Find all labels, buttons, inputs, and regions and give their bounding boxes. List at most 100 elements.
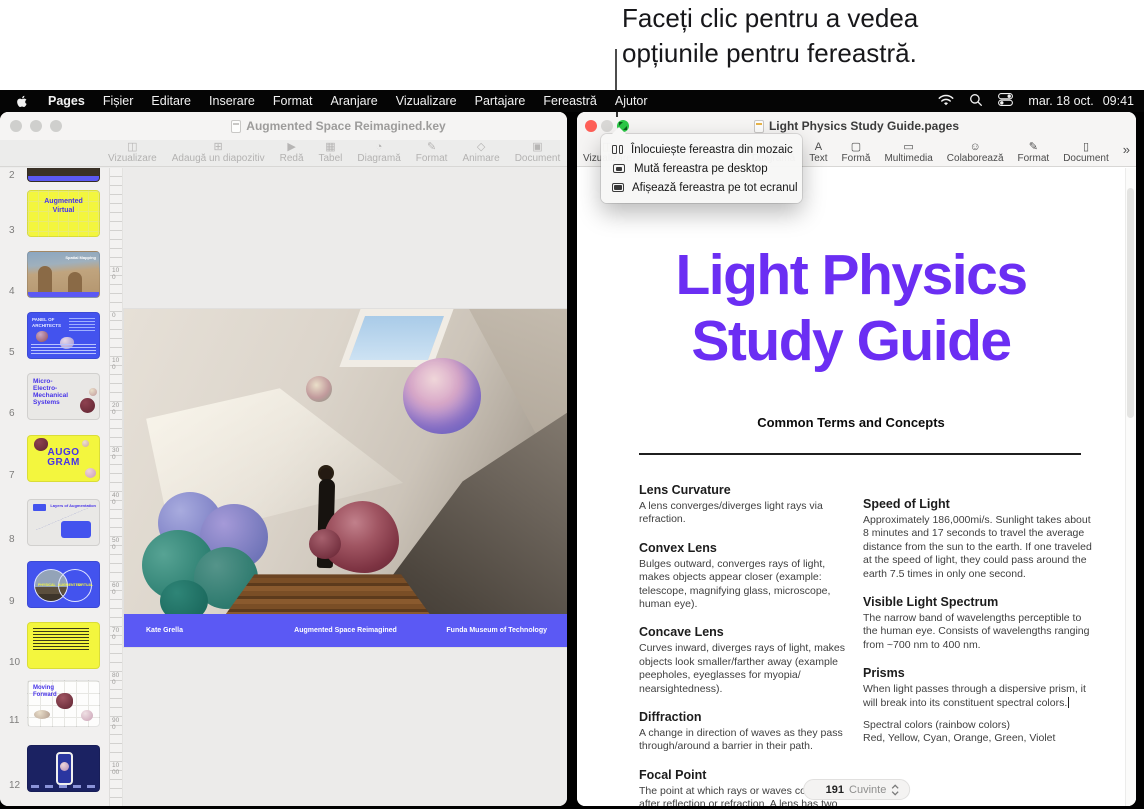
scrollbar-track[interactable] [1125,168,1136,806]
keynote-window-title: Augmented Space Reimagined.key [246,119,445,133]
menu-item-fereastra[interactable]: Fereastră [534,94,606,108]
term-entry: Diffraction A change in direction of wav… [639,710,854,754]
clock-date: mar. 18 oct. [1028,94,1093,108]
right-text-column[interactable]: Speed of Light Approximately 186,000mi/s… [863,483,1097,760]
slide-navigator[interactable]: 2 Augmented Virtual 3 Spatial Mapping 4 … [0,168,110,806]
document-subtitle[interactable]: Common Terms and Concepts [577,415,1125,430]
slide-credit-bar: Kate Grella Augmented Space Reimagined F… [124,614,567,647]
menu-item-editare[interactable]: Editare [142,94,200,108]
menu-item-enter-fullscreen[interactable]: Afișează fereastra pe tot ecranul [601,178,802,197]
callout-line2: opțiunile pentru fereastră. [622,36,918,71]
slide-number: 8 [9,534,15,545]
menu-item-pages[interactable]: Pages [39,94,94,108]
current-slide[interactable]: Kate Grella Augmented Space Reimagined F… [124,309,567,647]
toolbar-collaborate-button[interactable]: ☺ Colaborează [947,141,1004,165]
toolbar-table-button[interactable]: ▦ Tabel [319,141,343,165]
toolbar-media-button[interactable]: ▭ Multimedia [884,141,932,165]
control-center-icon[interactable] [998,93,1013,109]
apple-icon [16,94,29,109]
wifi-icon[interactable] [938,94,954,109]
toolbar-add-slide-button[interactable]: ⊞ Adaugă un diapozitiv [172,141,265,165]
pages-window-title: Light Physics Study Guide.pages [769,119,959,133]
slide-thumbnail-5[interactable]: PANEL OF ARCHITECTS [27,312,100,359]
toolbar-view-button[interactable]: ◫ Vizualizare [108,141,157,165]
document-icon [754,120,764,133]
slide-canvas[interactable]: Kate Grella Augmented Space Reimagined F… [124,168,567,806]
slide-number: 3 [9,225,15,236]
term-entry: Prisms When light passes through a dispe… [863,666,1097,746]
stepper-chevrons-icon [891,784,899,796]
slide-thumbnail-9[interactable]: PHYSICAL AUGMENTED VIRTUAL [27,561,100,608]
chart-icon: ◔ [376,141,383,153]
clock-time: 09:41 [1103,94,1134,108]
toolbar-animate-button[interactable]: ◇ Animare [462,141,499,165]
fullscreen-window-icon [612,183,624,192]
text-icon: A [815,141,822,153]
menu-bar-clock[interactable]: mar. 18 oct. 09:41 [1028,94,1134,108]
play-icon: ▶ [287,141,295,153]
animate-icon: ◇ [477,141,485,153]
format-brush-icon: ✎ [1029,141,1038,153]
document-settings-icon: ▯ [1083,141,1089,153]
pages-document[interactable]: Light Physics Study Guide Common Terms a… [577,168,1136,806]
slide-number: 10 [9,657,20,668]
document-title[interactable]: Light Physics Study Guide [577,242,1125,374]
keynote-toolbar: ◫ Vizualizare ⊞ Adaugă un diapozitiv ▶ R… [0,140,567,167]
slide-thumbnail-2[interactable] [27,168,100,182]
toolbar-format-button[interactable]: ✎ Format [1018,141,1050,165]
term-entry: Visible Light Spectrum The narrow band o… [863,595,1097,652]
toolbar-text-button[interactable]: A Text [809,141,827,165]
menu-item-vizualizare[interactable]: Vizualizare [387,94,466,108]
menu-item-inserare[interactable]: Inserare [200,94,264,108]
term-entry: Convex Lens Bulges outward, converges ra… [639,541,854,612]
word-count-button[interactable]: 191 Cuvinte [803,779,911,800]
toolbar-format-button[interactable]: ✎ Format [416,141,448,165]
menu-item-fisier[interactable]: Fișier [94,94,143,108]
slide-thumbnail-3[interactable]: Augmented Virtual [27,190,100,237]
slide-number: 4 [9,286,15,297]
menu-item-aranjare[interactable]: Aranjare [321,94,386,108]
apple-menu[interactable] [10,94,39,109]
slide-thumbnail-7[interactable]: AUGO GRAM [27,435,100,482]
slide-thumbnail-6[interactable]: Micro- Electro- Mechanical Systems [27,373,100,420]
toolbar-document-button[interactable]: ▣ Document [515,141,561,165]
callout-area: Faceți clic pentru a vedea opțiunile pen… [0,0,1144,90]
slide-number: 11 [9,715,19,726]
callout-line1: Faceți clic pentru a vedea [622,1,918,36]
floating-sphere-large [403,358,481,434]
slide-thumbnail-4[interactable]: Spatial Mapping [27,251,100,298]
keynote-titlebar[interactable]: Augmented Space Reimagined.key [0,112,567,140]
term-entry: Speed of Light Approximately 186,000mi/s… [863,497,1097,581]
text-cursor [1068,697,1069,708]
slide-thumbnail-12[interactable] [27,745,100,792]
slide-thumbnail-11[interactable]: Moving Forward [27,680,100,727]
callout-pointer-line-stub [616,112,618,117]
toolbar-document-button[interactable]: ▯ Document [1063,141,1109,165]
credit-venue: Funda Museum of Technology [446,627,547,634]
term-entry: Concave Lens Curves inward, diverges ray… [639,625,854,696]
keynote-window: Augmented Space Reimagined.key ◫ Vizuali… [0,112,567,806]
toolbar-play-button[interactable]: ▶ Redă [280,141,304,165]
menu-item-ajutor[interactable]: Ajutor [606,94,657,108]
slide-number: 12 [9,780,20,791]
slide-thumbnail-10[interactable] [27,622,100,669]
toolbar-chart-button[interactable]: ◔ Diagramă [357,141,400,165]
red-blob [323,501,399,573]
scrollbar-thumb[interactable] [1127,188,1134,418]
slide-thumbnail-8[interactable]: Layers of Augmentation [27,499,100,546]
window-options-menu: Înlocuiește fereastra din mozaic Mută fe… [601,134,802,203]
spotlight-search-icon[interactable] [969,93,983,110]
add-slide-icon: ⊞ [214,141,223,153]
tile-window-icon [612,145,623,154]
menu-item-format[interactable]: Format [264,94,322,108]
slide-number: 5 [9,347,15,358]
menu-item-replace-tiled-window[interactable]: Înlocuiește fereastra din mozaic [601,140,802,159]
toolbar-overflow-chevron[interactable]: » [1123,141,1130,157]
menu-item-partajare[interactable]: Partajare [466,94,535,108]
menu-item-move-to-desktop[interactable]: Mută fereastra pe desktop [601,159,802,178]
toolbar-shape-button[interactable]: ▢ Formă [842,141,871,165]
term-entry: Lens Curvature A lens converges/diverges… [639,483,854,527]
left-text-column[interactable]: Lens Curvature A lens converges/diverges… [639,483,854,806]
slide-number: 9 [9,596,15,607]
format-brush-icon: ✎ [427,141,436,153]
